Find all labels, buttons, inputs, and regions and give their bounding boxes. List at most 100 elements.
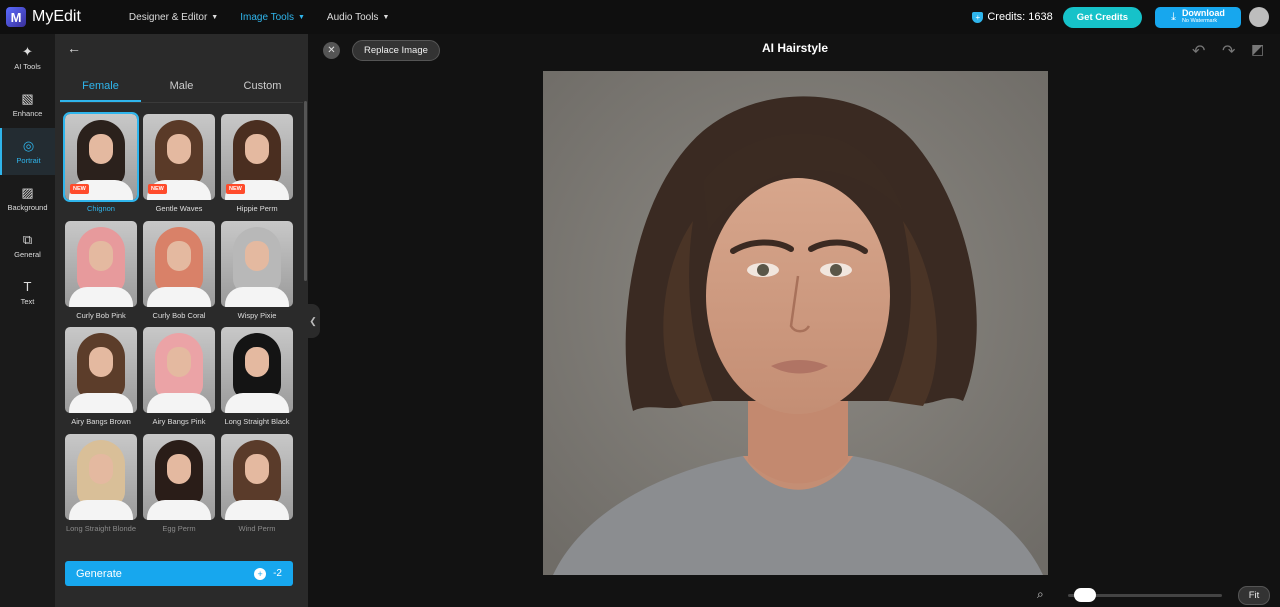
hairstyle-card[interactable]: Long Straight Black (221, 327, 293, 427)
credits-shield-icon: + (972, 11, 984, 23)
hairstyle-thumbnail (65, 433, 137, 520)
new-badge: NEW (70, 184, 89, 194)
tab-female[interactable]: Female (60, 78, 141, 102)
close-icon[interactable]: ✕ (323, 42, 340, 59)
rail-item-portrait[interactable]: ◎ Portrait (0, 128, 55, 175)
app-name: MyEdit (32, 8, 81, 25)
credit-icon: + (254, 567, 267, 580)
fit-button[interactable]: Fit (1238, 586, 1270, 605)
user-avatar[interactable] (1249, 7, 1269, 27)
hairstyle-thumbnail (221, 433, 293, 520)
download-text: Download No Watermark (1182, 9, 1225, 25)
nav-label: Audio Tools (326, 11, 379, 23)
undo-icon[interactable]: ↶ (1192, 41, 1205, 61)
rail-item-enhance[interactable]: ▧ Enhance (0, 81, 55, 128)
hairstyle-label: Gentle Waves (155, 204, 203, 213)
main-nav: Designer & Editor ▼ Image Tools ▼ Audio To… (129, 12, 411, 23)
portrait-illustration (543, 71, 1048, 575)
credits-display: + Credits: 1638 (972, 11, 1053, 23)
nav-audio-tools[interactable]: Audio Tools ▼ (327, 12, 389, 23)
back-arrow-icon[interactable]: ← (67, 40, 81, 56)
zoom-icon[interactable]: ⌕ (1037, 587, 1044, 602)
rail-item-label: General (14, 250, 41, 259)
hairstyle-card[interactable]: Long Straight Blonde (65, 433, 137, 534)
chevron-down-icon: ▼ (297, 13, 305, 21)
hairstyle-card[interactable]: Wind Perm (221, 433, 293, 534)
portrait-icon: ◎ (22, 138, 35, 153)
hairstyle-thumbnail (221, 220, 293, 307)
rail-item-background[interactable]: ▨ Background (0, 175, 55, 222)
hairstyle-label: Hippie Perm (236, 204, 278, 213)
rail-item-general[interactable]: ⧉ General (0, 222, 55, 269)
hairstyle-thumbnail (221, 327, 293, 413)
hairstyle-card[interactable]: Wispy Pixie (221, 220, 293, 321)
hairstyle-card[interactable]: Airy Bangs Pink (143, 327, 215, 427)
rail-item-label: Text (20, 297, 35, 306)
hairstyle-label: Airy Bangs Brown (71, 417, 131, 426)
hairstyle-card[interactable]: Curly Bob Pink (65, 220, 137, 321)
rail-item-label: Enhance (12, 109, 43, 118)
canvas-title: AI Hairstyle (761, 41, 829, 55)
hairstyle-thumbnail (143, 220, 215, 307)
download-icon: ⤓ (1171, 10, 1176, 23)
chevron-down-icon: ▼ (211, 13, 219, 21)
hairstyle-label: Wind Perm (238, 523, 276, 533)
hairstyle-thumbnail: NEW (221, 114, 293, 200)
gender-tabs: Female Male Custom (60, 78, 303, 103)
hairstyle-card[interactable]: NEW Gentle Waves (143, 114, 215, 214)
nav-image-tools[interactable]: Image Tools ▼ (240, 12, 305, 23)
new-badge: NEW (148, 184, 167, 194)
download-sublabel: No Watermark (1181, 18, 1218, 25)
hairstyle-label: Curly Bob Coral (152, 310, 206, 320)
top-bar: M MyEdit Designer & Editor ▼ Image Tools ▼… (0, 0, 1280, 34)
hairstyle-thumbnail (143, 327, 215, 413)
rail-item-label: Portrait (16, 156, 41, 165)
hairstyle-label: Long Straight Blonde (65, 523, 137, 533)
tab-custom[interactable]: Custom (222, 78, 303, 102)
hairstyle-card[interactable]: Egg Perm (143, 433, 215, 534)
hairstyle-thumbnail (143, 433, 215, 520)
zoom-slider-handle[interactable] (1073, 588, 1096, 602)
panel-scrollbar[interactable] (304, 101, 307, 281)
hairstyle-thumbnail (65, 327, 137, 413)
nav-designer-editor[interactable]: Designer & Editor ▼ (129, 12, 218, 23)
hairstyle-panel: ← Female Male Custom NEW Chignon NEW Gentle… (55, 34, 308, 607)
hairstyle-label: Airy Bangs Pink (152, 417, 206, 426)
hairstyle-card[interactable]: NEW Hippie Perm (221, 114, 293, 214)
tool-rail: ✦ AI Tools ▧ Enhance ◎ Portrait ▨ Background ⧉ Ge… (0, 34, 55, 607)
tab-male[interactable]: Male (141, 78, 222, 102)
hairstyle-thumbnail (65, 220, 137, 307)
hairstyle-label: Egg Perm (162, 523, 196, 533)
redo-icon[interactable]: ↷ (1222, 41, 1235, 61)
new-badge: NEW (226, 184, 245, 194)
background-icon: ▨ (21, 185, 34, 200)
download-button[interactable]: ⤓ Download No Watermark (1155, 6, 1241, 28)
compare-icon[interactable]: ◩ (1251, 41, 1264, 58)
text-icon: T (23, 279, 32, 294)
hairstyle-card[interactable]: Airy Bangs Brown (65, 327, 137, 427)
hairstyle-card[interactable]: Curly Bob Coral (143, 220, 215, 321)
download-label: Download (1181, 8, 1225, 19)
nav-label: Image Tools (240, 11, 294, 23)
rail-item-ai-tools[interactable]: ✦ AI Tools (0, 34, 55, 81)
app-logo[interactable]: M MyEdit (6, 7, 81, 27)
logo-icon: M (6, 7, 26, 27)
magic-wand-icon: ✦ (22, 44, 33, 59)
hairstyle-card[interactable]: NEW Chignon (63, 112, 139, 214)
hairstyle-label: Wispy Pixie (237, 310, 277, 320)
collapse-panel-icon[interactable]: ❮ (306, 304, 320, 338)
chevron-down-icon: ▼ (382, 13, 390, 21)
replace-image-button[interactable]: Replace Image (352, 40, 440, 61)
get-credits-button[interactable]: Get Credits (1062, 6, 1142, 28)
rail-item-text[interactable]: T Text (0, 269, 55, 316)
rail-item-label: AI Tools (14, 62, 41, 71)
portrait-photo (543, 71, 1048, 575)
generate-cost: + -2 (254, 567, 282, 580)
hairstyle-label: Chignon (87, 204, 115, 213)
generate-cost-value: -2 (273, 568, 282, 579)
hairstyle-thumbnail: NEW (143, 114, 215, 200)
generate-button[interactable]: Generate + -2 (65, 561, 293, 586)
hairstyle-label: Long Straight Black (224, 417, 290, 426)
enhance-icon: ▧ (21, 91, 34, 106)
hairstyle-label: Curly Bob Pink (76, 310, 126, 320)
